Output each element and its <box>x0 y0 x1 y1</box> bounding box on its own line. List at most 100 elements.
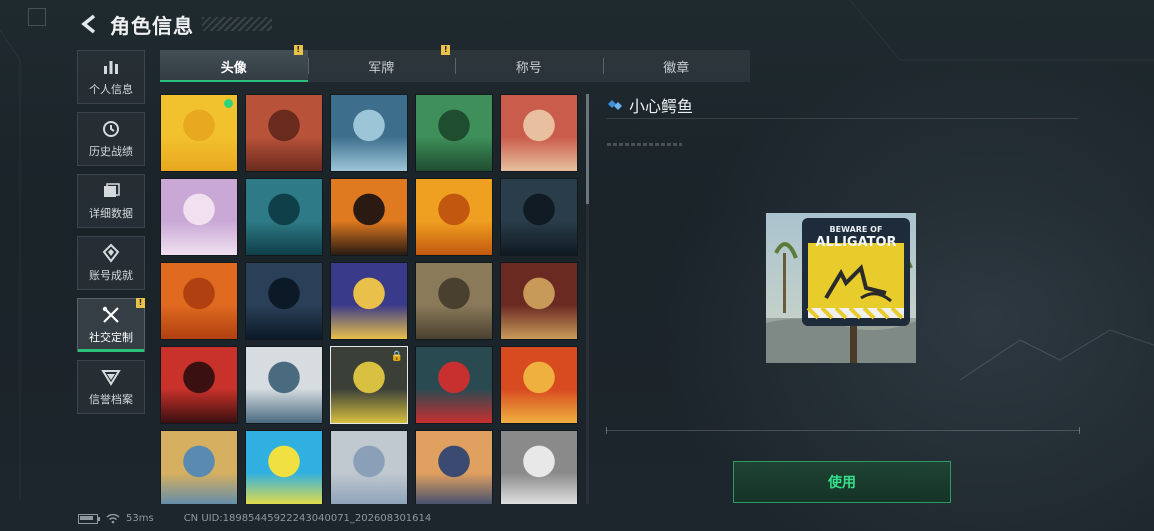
avatar-art <box>331 179 407 255</box>
avatar-sniper-scope[interactable] <box>245 262 323 340</box>
avatar-pilot-woman[interactable] <box>330 94 408 172</box>
avatar-alligator-sign[interactable]: 🔒 <box>330 346 408 424</box>
tools-icon <box>102 306 119 323</box>
sidebar-item-details[interactable]: 详细数据 <box>77 174 145 228</box>
avatar-rusty-truck[interactable] <box>415 262 493 340</box>
avatar-masked-fighter[interactable] <box>330 178 408 256</box>
avatar-gold-emblem[interactable] <box>415 178 493 256</box>
avatar-red-hair-woman[interactable] <box>160 346 238 424</box>
dash-decoration <box>607 143 682 146</box>
avatar-glasses-man[interactable] <box>245 178 323 256</box>
history-icon <box>103 121 119 137</box>
avatar-blonde-soldier[interactable] <box>330 430 408 504</box>
avatar-art <box>501 431 577 504</box>
avatar-night-soldier[interactable] <box>500 178 578 256</box>
sidebar-item-label: 详细数据 <box>89 207 133 220</box>
sidebar-item-label: 个人信息 <box>89 83 133 96</box>
avatar-climber-girl[interactable] <box>245 346 323 424</box>
use-button[interactable]: 使用 <box>733 461 951 503</box>
avatar-art <box>246 179 322 255</box>
divider <box>606 118 1078 119</box>
page-title: 角色信息 <box>110 13 194 38</box>
sidebar-item-social-custom[interactable]: ! 社交定制 <box>77 298 145 352</box>
back-button[interactable] <box>78 13 100 35</box>
avatar-art <box>501 347 577 423</box>
avatar-goggles-guy[interactable] <box>415 346 493 424</box>
sidebar-item-label: 历史战绩 <box>89 145 133 158</box>
avatar-bearded-soldier[interactable] <box>245 94 323 172</box>
uid-text: CN UID:18985445922243040071_202608301614 <box>183 513 432 524</box>
bar-chart-icon <box>104 61 118 74</box>
status-bar: 53ms CN UID:18985445922243040071_2026083… <box>78 513 431 524</box>
sidebar-item-label: 信誉档案 <box>89 393 133 406</box>
avatar-white-eagle[interactable] <box>500 430 578 504</box>
avatar-art <box>246 347 322 423</box>
avatar-goggle-girl[interactable] <box>415 430 493 504</box>
tab-dogtag[interactable]: 军牌 ! <box>307 45 456 82</box>
avatar-art <box>161 431 237 504</box>
avatar-art <box>246 431 322 504</box>
tab-label: 军牌 <box>368 60 395 76</box>
data-folder-icon <box>104 183 120 197</box>
tab-badge[interactable]: 徽章 <box>602 50 751 82</box>
selected-avatar-name: 小心鳄鱼 <box>629 97 694 116</box>
equipped-indicator <box>224 99 233 108</box>
sidebar-item-credit[interactable]: 信誉档案 <box>77 360 145 414</box>
preview-text-top: BEWARE OF <box>830 225 883 234</box>
avatar-art <box>416 431 492 504</box>
avatar-monkey-reader[interactable] <box>500 346 578 424</box>
ping-text: 53ms <box>126 513 154 524</box>
avatar-neon-triangle[interactable] <box>245 430 323 504</box>
title-decoration <box>202 17 272 31</box>
wifi-icon <box>106 513 120 523</box>
avatar-white-hair-girl[interactable] <box>160 178 238 256</box>
sidebar-item-profile[interactable]: 个人信息 <box>77 50 145 104</box>
scrollbar-thumb[interactable] <box>586 94 589 204</box>
alligator-sign-image: BEWARE OF ALLIGATOR <box>766 213 916 363</box>
avatar-art <box>246 263 322 339</box>
achievement-icon <box>102 243 120 263</box>
corner-decoration <box>28 8 46 26</box>
page-header: 角色信息 <box>78 10 272 38</box>
diamond-icon <box>608 100 622 110</box>
avatar-art <box>331 95 407 171</box>
avatar-yellow-cartoon[interactable] <box>160 94 238 172</box>
alert-badge: ! <box>441 45 451 55</box>
avatar-art <box>501 263 577 339</box>
avatar-art <box>246 95 322 171</box>
alert-badge: ! <box>136 298 145 308</box>
avatar-art <box>416 263 492 339</box>
avatar-gold-card[interactable] <box>330 262 408 340</box>
back-arrow-icon <box>81 14 96 34</box>
avatar-art <box>416 95 492 171</box>
avatar-grid: 🔒 <box>160 94 582 504</box>
tab-avatar[interactable]: 头像 ! <box>160 45 308 82</box>
avatar-art <box>501 179 577 255</box>
avatar-art <box>161 347 237 423</box>
avatar-grid-scrollbar[interactable] <box>586 94 589 504</box>
tab-title[interactable]: 称号 <box>455 50 603 82</box>
avatar-grid-container[interactable]: 🔒 <box>160 94 582 504</box>
avatar-headset-man[interactable] <box>415 94 493 172</box>
category-tabs: 头像 ! 军牌 ! 称号 徽章 <box>160 45 751 82</box>
sidebar: 个人信息 历史战绩 详细数据 账号成就 ! 社交定制 信誉档案 <box>77 50 145 422</box>
detail-header: 小心鳄鱼 <box>607 93 693 117</box>
alert-badge: ! <box>293 45 303 55</box>
avatar-scales-emblem[interactable] <box>500 262 578 340</box>
avatar-preview: BEWARE OF ALLIGATOR <box>766 213 916 363</box>
sidebar-item-label: 账号成就 <box>89 269 133 282</box>
sidebar-item-history[interactable]: 历史战绩 <box>77 112 145 166</box>
avatar-art <box>161 179 237 255</box>
shield-icon <box>101 370 121 386</box>
avatar-art <box>331 263 407 339</box>
avatar-pyramid-tourist[interactable] <box>160 430 238 504</box>
divider <box>606 427 1080 434</box>
avatar-art <box>416 347 492 423</box>
avatar-art <box>161 263 237 339</box>
sidebar-item-label: 社交定制 <box>89 331 133 344</box>
tab-label: 徽章 <box>663 60 690 76</box>
avatar-art <box>331 431 407 504</box>
avatar-heavy-gunner[interactable] <box>160 262 238 340</box>
sidebar-item-achievements[interactable]: 账号成就 <box>77 236 145 290</box>
avatar-helmet-woman[interactable] <box>500 94 578 172</box>
